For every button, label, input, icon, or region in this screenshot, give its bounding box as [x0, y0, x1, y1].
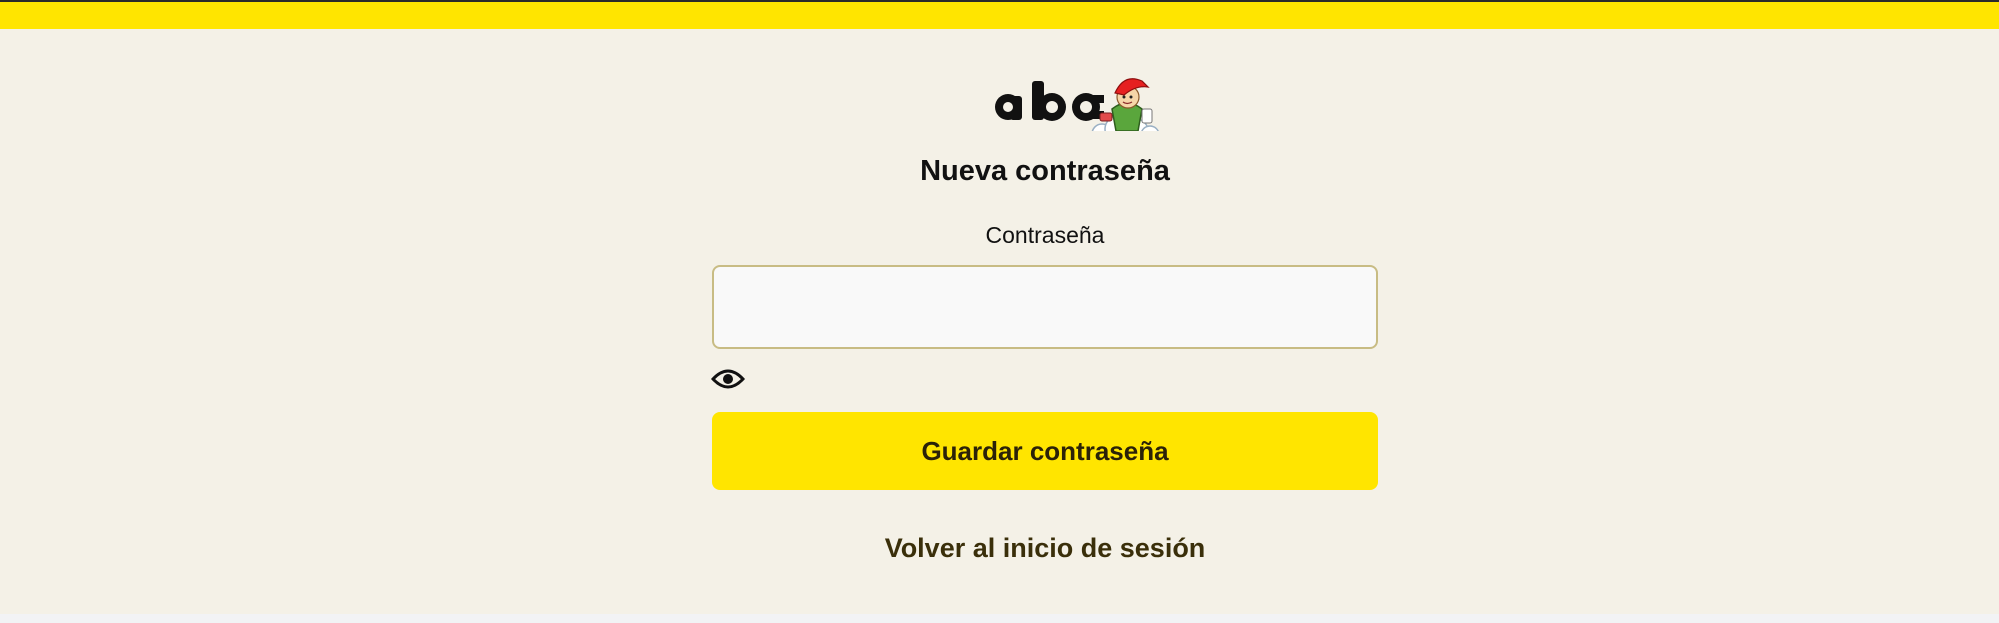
reset-password-page: Nueva contraseña Contraseña Guardar cont… [0, 29, 1999, 614]
toggle-password-visibility[interactable] [710, 365, 746, 393]
save-password-button[interactable]: Guardar contraseña [712, 412, 1378, 490]
eye-icon [710, 369, 746, 389]
abc-logo [990, 51, 1165, 145]
page-title: Nueva contraseña [920, 155, 1170, 187]
password-label: Contraseña [985, 222, 1105, 248]
top-accent-bar [0, 2, 1999, 29]
password-input[interactable] [712, 265, 1378, 349]
back-to-login-link[interactable]: Volver al inicio de sesión [0, 533, 1999, 564]
abc-wordmark [995, 81, 1104, 121]
